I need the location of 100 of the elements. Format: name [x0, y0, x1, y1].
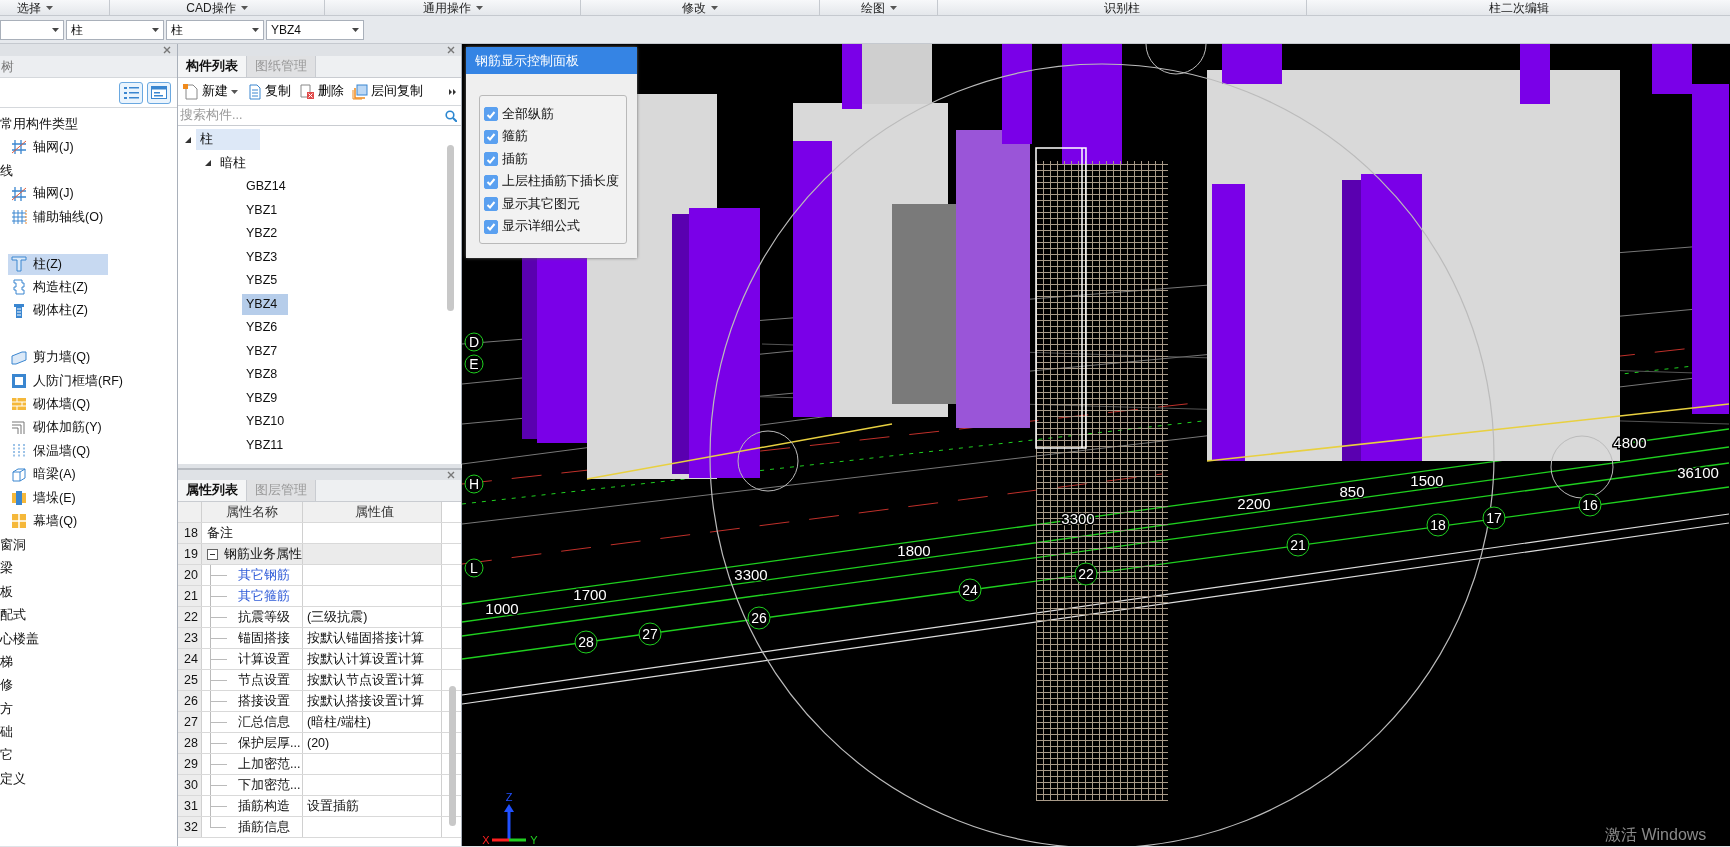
property-value[interactable]: 按默认节点设置计算 [303, 670, 442, 690]
row-number: 21 [178, 586, 202, 606]
tree-item[interactable]: YBZ1 [242, 199, 288, 221]
tree-group-label[interactable]: 修 [0, 675, 13, 695]
tree-item[interactable]: 墙垛(E) [8, 487, 108, 509]
tree-item[interactable]: YBZ5 [242, 270, 288, 292]
caret-icon[interactable] [52, 27, 59, 32]
ribbon-group-label: 通用操作 [422, 0, 471, 17]
tree-item[interactable]: YBZ7 [242, 340, 288, 362]
tree-item[interactable]: YBZ8 [242, 364, 288, 386]
tree-item[interactable]: YBZ4 [242, 293, 288, 315]
close-icon[interactable] [447, 46, 455, 54]
tree-group-label[interactable]: 心楼盖 [0, 628, 39, 649]
search-field[interactable]: 搜索构件... [180, 106, 400, 125]
checkbox-label[interactable]: 插筋 [502, 149, 528, 169]
checkbox[interactable] [484, 219, 498, 234]
expander-icon[interactable] [184, 135, 192, 144]
more-icon[interactable] [449, 88, 456, 95]
tree-item[interactable]: 暗柱 [216, 152, 262, 174]
caret-icon[interactable] [252, 27, 259, 32]
window-view-button[interactable] [147, 81, 171, 104]
tree-group-label[interactable]: 板 [0, 581, 13, 602]
property-value[interactable]: (三级抗震) [303, 607, 442, 627]
checkbox[interactable] [484, 129, 498, 144]
toolbar-button[interactable]: 复制 [246, 82, 291, 101]
tree-item[interactable]: YBZ3 [242, 246, 288, 268]
checkbox-label[interactable]: 箍筋 [502, 127, 528, 147]
orbit-handle[interactable] [737, 430, 799, 492]
wall-icon [11, 489, 27, 506]
toolbar-button[interactable]: 层间复制 [352, 82, 423, 101]
tree-item[interactable]: 砌体柱(Z) [8, 300, 108, 322]
checkbox-label[interactable]: 全部纵筋 [502, 104, 554, 124]
tree-group-label[interactable]: 窗洞 [0, 534, 26, 555]
dropdown[interactable]: YBZ4 [266, 19, 364, 40]
close-icon[interactable] [447, 471, 455, 479]
dropdown[interactable]: 柱 [166, 19, 264, 40]
tab[interactable]: 构件列表 [178, 56, 247, 77]
orbit-handle[interactable] [1145, 44, 1207, 75]
collapse-toggle[interactable] [207, 548, 218, 560]
list-view-button[interactable] [119, 81, 143, 104]
dropdown[interactable]: 柱 [66, 19, 164, 40]
property-value[interactable]: 按默认锚固搭接计算 [303, 628, 442, 648]
tree-group-label[interactable]: 配式 [0, 605, 26, 625]
axis-letter-bubble: H [464, 474, 484, 494]
close-icon[interactable] [163, 46, 171, 54]
tree-item[interactable]: 柱(Z) [8, 253, 108, 275]
tree-item[interactable]: YBZ10 [242, 411, 289, 433]
tree-group-label[interactable]: 它 [0, 745, 13, 765]
tree-group-label[interactable]: 定义 [0, 768, 26, 789]
toolbar-button[interactable]: 删除 [299, 82, 344, 101]
tree-item[interactable]: YBZ2 [242, 223, 288, 245]
tab[interactable]: 属性列表 [178, 480, 247, 501]
tree-group-label[interactable]: 常用构件类型 [0, 113, 78, 134]
tree-item[interactable]: YBZ9 [242, 387, 288, 409]
tree-group-label[interactable]: 线 [0, 160, 13, 181]
checkbox-label[interactable]: 显示其它图元 [502, 194, 580, 214]
tree-group-label[interactable]: 梁 [0, 558, 13, 578]
tree-item[interactable]: 砌体加筋(Y) [8, 417, 108, 439]
search-icon[interactable] [445, 109, 457, 122]
tree-item[interactable]: GBZ14 [242, 176, 290, 198]
expander-icon[interactable] [204, 159, 212, 168]
tree-item[interactable]: 剪力墙(Q) [8, 347, 108, 369]
checkbox[interactable] [484, 197, 498, 212]
tree-item[interactable]: 保温墙(Q) [8, 440, 108, 462]
checkbox[interactable] [484, 174, 498, 189]
tree-item[interactable]: 人防门框墙(RF) [8, 370, 123, 392]
tree-item[interactable]: 砌体墙(Q) [8, 393, 108, 415]
property-link[interactable]: 其它钢筋 [238, 565, 290, 585]
property-link[interactable]: 其它箍筋 [238, 586, 290, 606]
tree-group-label[interactable]: 础 [0, 722, 13, 742]
property-value[interactable]: 设置插筋 [303, 796, 442, 816]
scrollbar[interactable] [449, 686, 456, 826]
tree-item[interactable]: 构造柱(Z) [8, 276, 108, 298]
orbit-handle[interactable] [1550, 435, 1614, 499]
tree-item[interactable]: 柱 [196, 129, 260, 151]
tree-item[interactable]: 辅助轴线(O) [8, 206, 108, 228]
caret-icon[interactable] [352, 27, 359, 32]
property-value[interactable]: 按默认搭接设置计算 [303, 691, 442, 711]
caret-icon[interactable] [152, 27, 159, 32]
tree-item[interactable]: 幕墙(Q) [8, 510, 108, 532]
property-value[interactable]: 按默认计算设置计算 [303, 649, 442, 669]
scrollbar[interactable] [447, 145, 454, 311]
checkbox-label[interactable]: 显示详细公式 [502, 217, 580, 237]
row-number: 22 [178, 607, 202, 627]
tree-group-label[interactable]: 方 [0, 698, 13, 719]
tree-item[interactable]: 轴网(J) [8, 183, 108, 205]
tree-group-label[interactable]: 梯 [0, 651, 13, 672]
tree-item[interactable]: YBZ6 [242, 317, 288, 339]
checkbox-label[interactable]: 上层柱插筋下插长度 [502, 172, 619, 192]
tree-item[interactable]: 暗梁(A) [8, 464, 108, 486]
row-number: 30 [178, 775, 202, 795]
row-number: 28 [178, 733, 202, 753]
checkbox[interactable] [484, 107, 498, 122]
tree-item[interactable]: 轴网(J) [8, 136, 108, 158]
column-icon [11, 256, 27, 273]
tree-item[interactable]: YBZ11 [242, 434, 288, 456]
checkbox[interactable] [484, 152, 498, 167]
property-value[interactable]: (暗柱/端柱) [303, 712, 442, 732]
toolbar-button[interactable]: 新建 [183, 82, 238, 101]
property-value[interactable]: (20) [303, 733, 442, 753]
